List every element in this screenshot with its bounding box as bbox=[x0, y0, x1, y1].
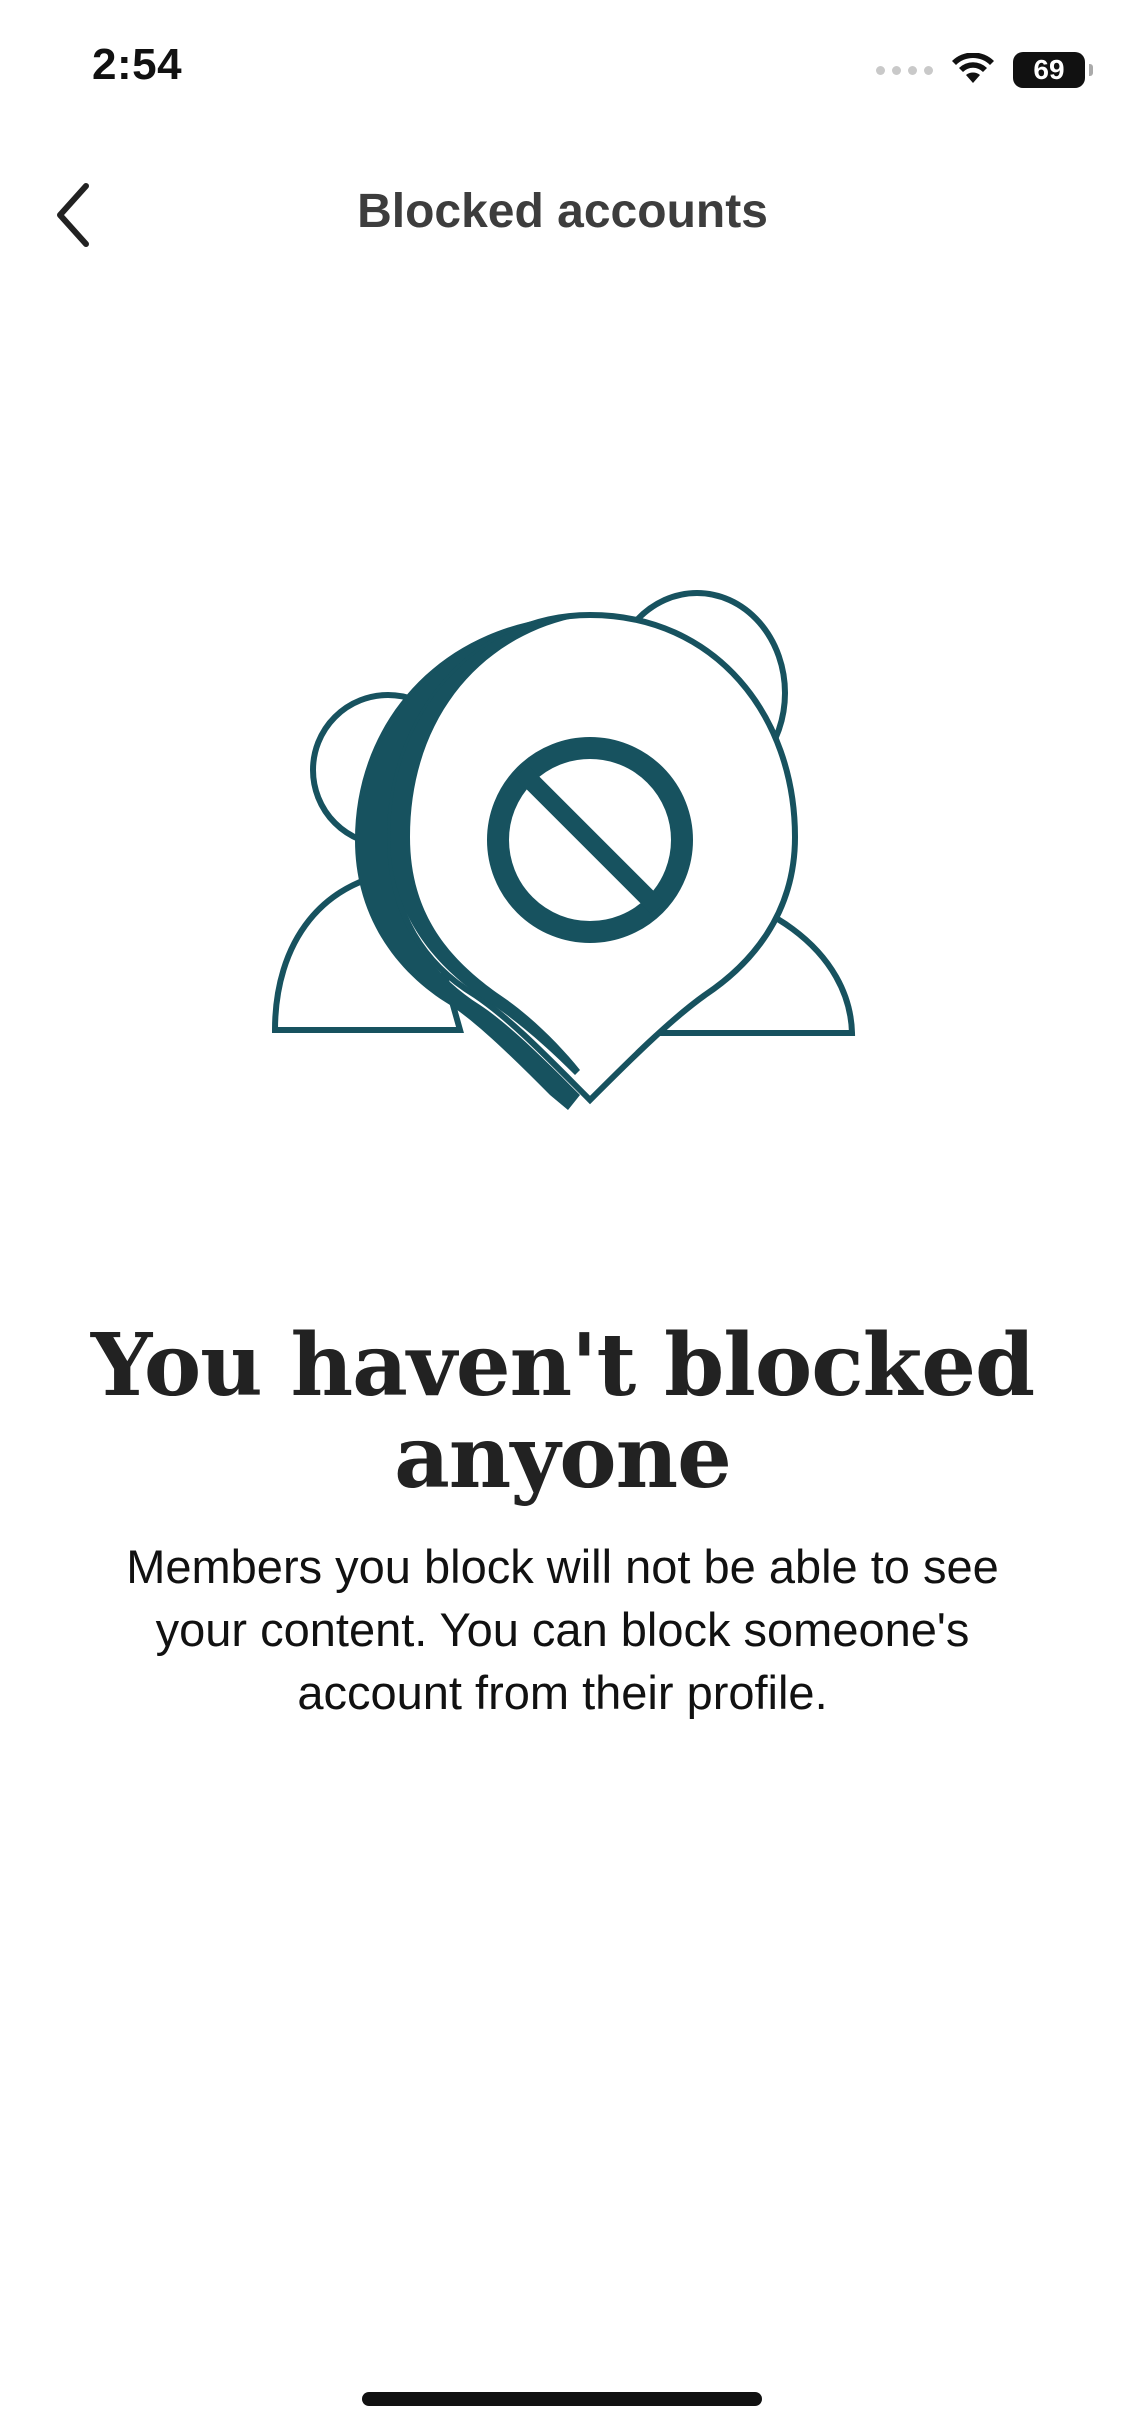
signal-dots-icon bbox=[876, 65, 933, 75]
battery-level: 69 bbox=[1033, 54, 1065, 85]
status-icons: 69 bbox=[876, 48, 1093, 92]
wifi-icon bbox=[952, 53, 994, 83]
home-indicator[interactable] bbox=[362, 2392, 762, 2406]
empty-state-description: Members you block will not be able to se… bbox=[126, 1540, 999, 1719]
status-bar: 2:54 69 bbox=[0, 0, 1125, 140]
nav-bar: Blocked accounts bbox=[0, 160, 1125, 270]
empty-state-title: You haven't blocked anyone bbox=[90, 1315, 1035, 1508]
battery-icon: 69 bbox=[1013, 52, 1093, 88]
page-title: Blocked accounts bbox=[357, 185, 768, 238]
status-time: 2:54 bbox=[92, 40, 183, 89]
blocked-pin-illustration bbox=[271, 590, 856, 1110]
